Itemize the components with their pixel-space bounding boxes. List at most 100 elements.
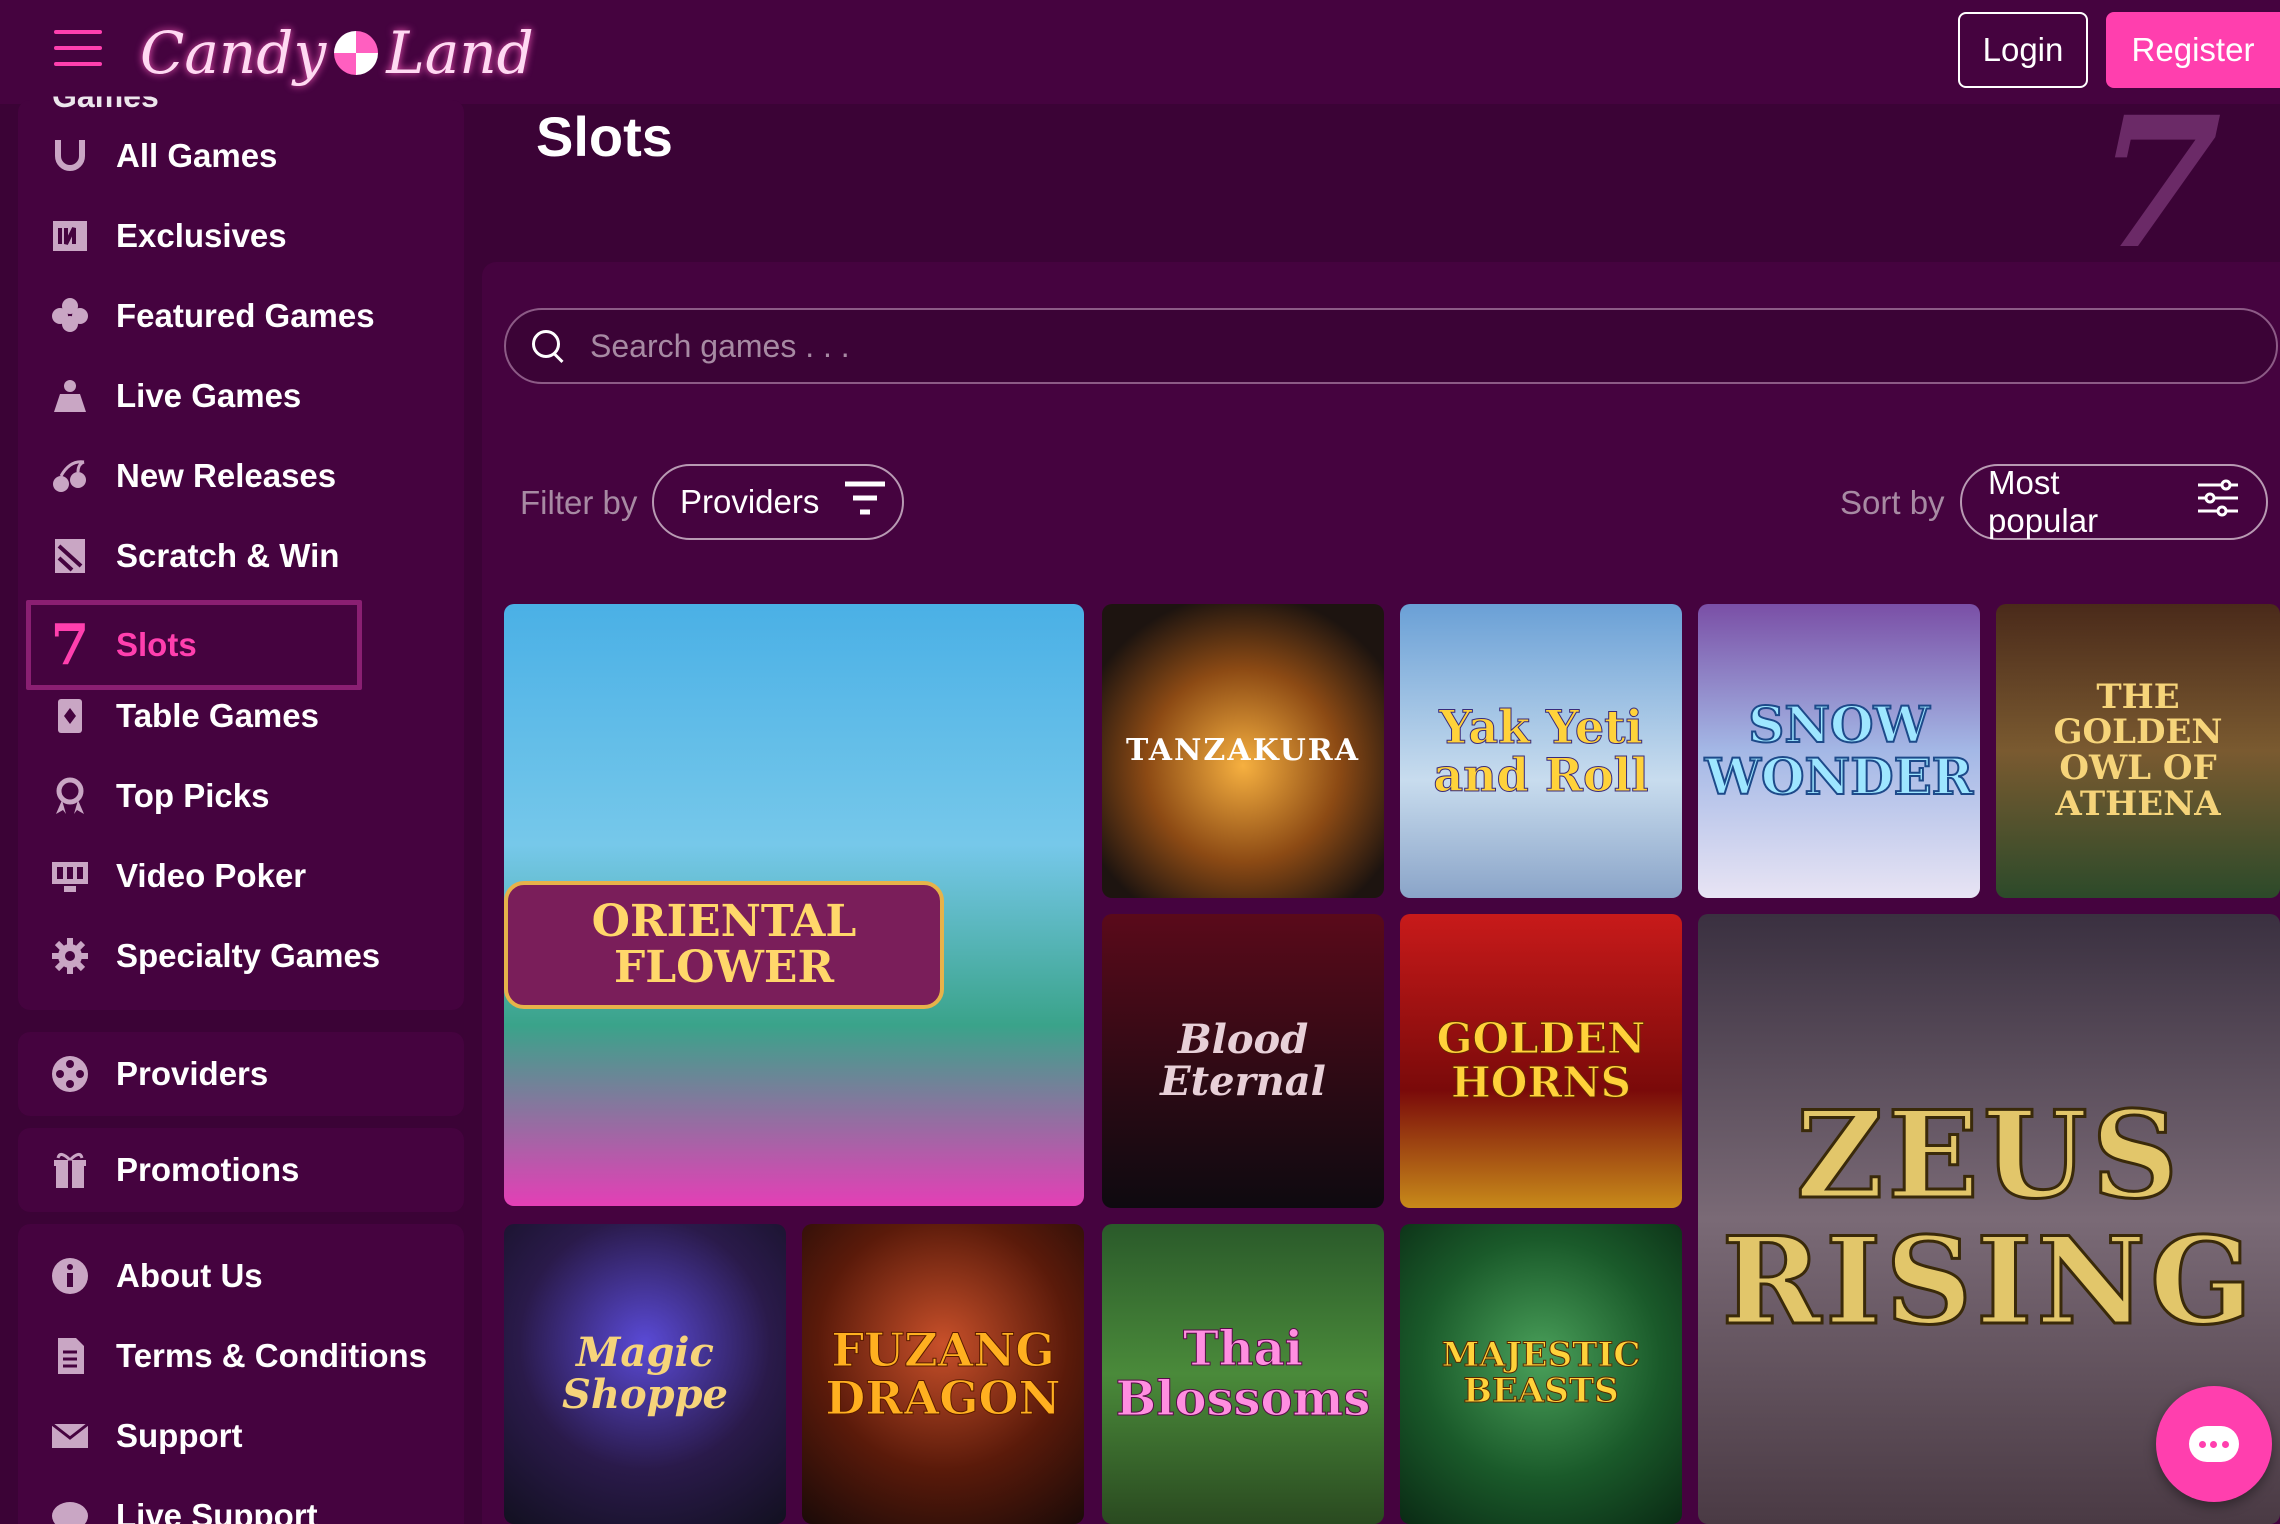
providers-filter-button[interactable]: Providers xyxy=(652,464,904,540)
sidebar-item-label: Top Picks xyxy=(116,777,270,814)
chat-bubble-icon xyxy=(2189,1426,2239,1462)
sidebar-item-label: Video Poker xyxy=(116,857,307,894)
sidebar-item-label: Scratch & Win xyxy=(116,537,340,574)
sidebar-games-block: Games All Games Exclusives Featured Game… xyxy=(18,97,464,1010)
sidebar-item-exclusives[interactable]: Exclusives xyxy=(26,200,456,272)
game-title: GOLDEN HORNS xyxy=(1436,1013,1646,1107)
sidebar-item-top-picks[interactable]: Top Picks xyxy=(26,760,456,832)
top-header: Candy Land Login Register xyxy=(0,0,2280,104)
game-title: MAJESTIC BEASTS xyxy=(1441,1335,1641,1411)
sidebar-item-all-games[interactable]: All Games xyxy=(26,120,456,192)
sidebar-item-new-releases[interactable]: New Releases xyxy=(26,440,456,512)
sidebar-item-label: Live Games xyxy=(116,377,302,414)
games-panel: Filter by Providers Sort by Most popular… xyxy=(482,262,2280,1524)
game-title: Magic Shoppe xyxy=(561,1329,729,1418)
sidebar-item-support[interactable]: Support xyxy=(26,1400,456,1472)
game-title: FUZANG DRAGON xyxy=(825,1322,1061,1425)
sort-select-value: Most popular xyxy=(1988,464,2099,539)
sidebar-item-featured-games[interactable]: Featured Games xyxy=(26,280,456,352)
sidebar-item-promotions[interactable]: Promotions xyxy=(26,1134,456,1206)
game-tile-oriental-flower[interactable]: ORIENTAL FLOWER xyxy=(504,604,1084,1206)
hamburger-menu-icon[interactable] xyxy=(54,30,102,70)
game-title: Thai Blossoms xyxy=(1115,1320,1371,1427)
providers-filter-label: Providers xyxy=(680,483,820,520)
sidebar-item-scratch-win[interactable]: Scratch & Win xyxy=(26,520,456,592)
logo-text-candy: Candy xyxy=(140,19,327,87)
sort-select[interactable]: Most popular xyxy=(1960,464,2268,540)
document-icon xyxy=(48,1334,92,1378)
sidebar-item-label: Providers xyxy=(116,1055,269,1092)
sidebar-item-label: Slots xyxy=(116,626,197,663)
sort-label: Sort by xyxy=(1840,484,1945,521)
sidebar-item-live-support[interactable]: Live Support xyxy=(26,1480,456,1524)
sidebar-item-video-poker[interactable]: Video Poker xyxy=(26,840,456,912)
sidebar-item-label: Live Support xyxy=(116,1497,318,1524)
info-icon xyxy=(48,1254,92,1298)
sidebar-item-table-games[interactable]: Table Games xyxy=(26,680,456,752)
game-title: THE GOLDEN OWL OF ATHENA xyxy=(2053,676,2223,824)
sidebar-item-label: About Us xyxy=(116,1257,263,1294)
game-tile-magic-shoppe[interactable]: Magic Shoppe xyxy=(504,1224,786,1524)
sidebar-item-specialty-games[interactable]: Specialty Games xyxy=(26,920,456,992)
search-input[interactable] xyxy=(590,327,2190,365)
gear-icon xyxy=(48,934,92,978)
game-tile-majestic-beasts[interactable]: MAJESTIC BEASTS xyxy=(1400,1224,1682,1524)
game-title: TANZAKURA xyxy=(1126,733,1360,769)
seven-icon: 7 xyxy=(50,612,90,678)
sidebar-item-label: All Games xyxy=(116,137,278,174)
search-icon xyxy=(530,328,566,364)
exclusive-badge-icon xyxy=(48,214,92,258)
sidebar-info-block: About Us Terms & Conditions Support Live… xyxy=(18,1224,464,1524)
register-button[interactable]: Register xyxy=(2106,12,2280,88)
sidebar-item-providers[interactable]: Providers xyxy=(26,1038,456,1110)
sidebar-item-terms[interactable]: Terms & Conditions xyxy=(26,1320,456,1392)
award-icon xyxy=(48,774,92,818)
playing-card-icon xyxy=(48,694,92,738)
search-bar[interactable] xyxy=(504,308,2278,384)
horseshoe-icon xyxy=(48,134,92,178)
sidebar: Games All Games Exclusives Featured Game… xyxy=(0,97,466,1524)
game-title: SNOW WONDER xyxy=(1704,694,1974,806)
dealer-icon xyxy=(48,374,92,418)
game-title: ZEUS RISING xyxy=(1720,1085,2257,1352)
sidebar-item-label: New Releases xyxy=(116,457,337,494)
sidebar-item-live-games[interactable]: Live Games xyxy=(26,360,456,432)
sidebar-item-label: Featured Games xyxy=(116,297,375,334)
game-tile-tanzakura[interactable]: TANZAKURA xyxy=(1102,604,1384,898)
sidebar-item-slots[interactable]: 7 Slots xyxy=(26,600,362,690)
game-tile-thai-blossoms[interactable]: Thai Blossoms xyxy=(1102,1224,1384,1524)
logo-text-land: Land xyxy=(386,19,534,87)
login-button[interactable]: Login xyxy=(1958,12,2088,88)
film-reel-icon xyxy=(48,1052,92,1096)
sliders-icon xyxy=(2196,479,2240,526)
game-title: ORIENTAL FLOWER xyxy=(504,880,944,1010)
seven-decoration-icon: 7 xyxy=(2072,78,2243,289)
chat-icon xyxy=(48,1494,92,1524)
sidebar-item-label: Support xyxy=(116,1417,243,1454)
scratch-card-icon xyxy=(48,534,92,578)
game-tile-golden-horns[interactable]: GOLDEN HORNS xyxy=(1400,914,1682,1208)
envelope-icon xyxy=(48,1414,92,1458)
page-title: Slots xyxy=(536,105,673,168)
game-title: Blood Eternal xyxy=(1160,1016,1326,1105)
game-tile-blood-eternal[interactable]: Blood Eternal xyxy=(1102,914,1384,1208)
live-chat-button[interactable] xyxy=(2156,1386,2272,1502)
cherries-icon xyxy=(48,454,92,498)
sidebar-item-label: Specialty Games xyxy=(116,937,381,974)
filter-icon xyxy=(843,480,887,525)
sidebar-providers-block: Providers xyxy=(18,1032,464,1116)
sidebar-promotions-block: Promotions xyxy=(18,1128,464,1212)
monitor-icon xyxy=(48,854,92,898)
game-title: Yak Yeti and Roll xyxy=(1433,699,1649,802)
game-tile-fuzang-dragon[interactable]: FUZANG DRAGON xyxy=(802,1224,1084,1524)
logo[interactable]: Candy Land xyxy=(140,8,534,98)
game-tile-golden-owl-athena[interactable]: THE GOLDEN OWL OF ATHENA xyxy=(1996,604,2280,898)
sidebar-item-label: Terms & Conditions xyxy=(116,1337,428,1374)
sidebar-item-about-us[interactable]: About Us xyxy=(26,1240,456,1312)
game-tile-snow-wonder[interactable]: SNOW WONDER xyxy=(1698,604,1980,898)
clover-icon xyxy=(48,294,92,338)
sidebar-item-label: Exclusives xyxy=(116,217,287,254)
filter-label: Filter by xyxy=(520,484,638,521)
game-tile-yak-yeti-roll[interactable]: Yak Yeti and Roll xyxy=(1400,604,1682,898)
lollipop-icon xyxy=(334,31,379,75)
